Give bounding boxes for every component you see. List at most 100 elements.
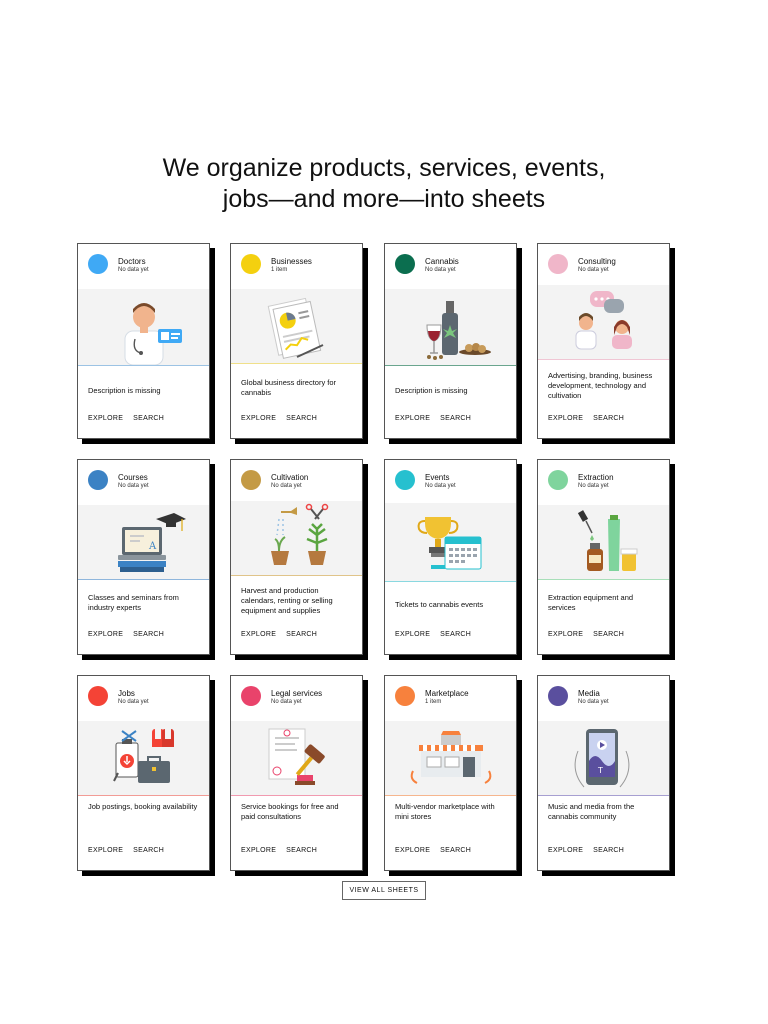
card-count: No data yet	[425, 267, 456, 273]
plants-icon	[231, 501, 362, 576]
category-color-dot	[241, 470, 261, 490]
headline-line-1: We organize products, services, events,	[162, 154, 606, 182]
search-link[interactable]: SEARCH	[133, 415, 164, 422]
explore-link[interactable]: EXPLORE	[395, 415, 430, 422]
explore-link[interactable]: EXPLORE	[88, 847, 123, 854]
card-title: Jobs	[118, 689, 135, 698]
category-color-dot	[88, 254, 108, 274]
card-title: Cannabis	[425, 257, 459, 266]
page-headline: We organize products, services, events, …	[0, 153, 768, 215]
laptop-graduation-icon: A	[78, 505, 209, 580]
wine-cannabis-icon	[385, 289, 516, 366]
card-count: No data yet	[578, 267, 609, 273]
sheet-card-marketplace[interactable]: Marketplace 1 item Multi-vendor marketpl…	[384, 675, 517, 871]
category-color-dot	[88, 686, 108, 706]
headline-line-2: jobs—and more—into sheets	[222, 185, 546, 213]
card-description: Multi-vendor marketplace with mini store…	[395, 802, 495, 821]
card-count: No data yet	[425, 483, 456, 489]
card-description: Description is missing	[395, 386, 468, 395]
explore-link[interactable]: EXPLORE	[241, 415, 276, 422]
card-actions: EXPLORE SEARCH	[548, 415, 634, 422]
trophy-calendar-icon	[385, 503, 516, 582]
card-description: Extraction equipment and services	[548, 593, 634, 612]
category-color-dot	[241, 254, 261, 274]
card-description: Advertising, branding, business developm…	[548, 371, 653, 400]
search-link[interactable]: SEARCH	[286, 847, 317, 854]
bottles-icon	[538, 505, 669, 580]
card-description: Job postings, booking availability	[88, 802, 198, 811]
explore-link[interactable]: EXPLORE	[241, 847, 276, 854]
sheet-card-cultivation[interactable]: Cultivation No data yet Harvest and prod…	[230, 459, 363, 655]
card-count: No data yet	[118, 483, 149, 489]
card-description: Description is missing	[88, 386, 161, 395]
card-count: No data yet	[271, 699, 302, 705]
card-count: 1 item	[425, 699, 442, 705]
briefcase-tools-icon	[78, 721, 209, 796]
sheet-card-media[interactable]: Media No data yet T Music and media from…	[537, 675, 670, 871]
category-color-dot	[548, 254, 568, 274]
sheet-card-businesses[interactable]: Businesses 1 item Global business direct…	[230, 243, 363, 439]
card-description: Classes and seminars from industry exper…	[88, 593, 179, 612]
search-link[interactable]: SEARCH	[440, 415, 471, 422]
card-count: No data yet	[578, 483, 609, 489]
sheet-card-courses[interactable]: Courses No data yet A Classes and semina…	[77, 459, 210, 655]
explore-link[interactable]: EXPLORE	[241, 631, 276, 638]
search-link[interactable]: SEARCH	[133, 847, 164, 854]
sheet-card-legal-services[interactable]: Legal services No data yet Service booki…	[230, 675, 363, 871]
explore-link[interactable]: EXPLORE	[88, 631, 123, 638]
category-color-dot	[88, 470, 108, 490]
storefront-icon	[385, 721, 516, 796]
card-actions: EXPLORE SEARCH	[88, 415, 174, 422]
search-link[interactable]: SEARCH	[593, 847, 624, 854]
card-title: Marketplace	[425, 689, 469, 698]
category-color-dot	[548, 686, 568, 706]
sheet-card-jobs[interactable]: Jobs No data yet Job postings, booking a…	[77, 675, 210, 871]
card-actions: EXPLORE SEARCH	[88, 847, 174, 854]
card-actions: EXPLORE SEARCH	[395, 847, 481, 854]
sheets-grid: Doctors No data yet Description is missi…	[77, 243, 677, 871]
search-link[interactable]: SEARCH	[440, 631, 471, 638]
search-link[interactable]: SEARCH	[440, 847, 471, 854]
search-link[interactable]: SEARCH	[593, 631, 624, 638]
card-title: Cultivation	[271, 473, 309, 482]
explore-link[interactable]: EXPLORE	[395, 847, 430, 854]
consulting-icon	[538, 285, 669, 360]
explore-link[interactable]: EXPLORE	[548, 415, 583, 422]
card-count: No data yet	[118, 267, 149, 273]
card-title: Courses	[118, 473, 148, 482]
sheet-card-extraction[interactable]: Extraction No data yet Extraction equipm…	[537, 459, 670, 655]
card-description: Harvest and production calendars, rentin…	[241, 586, 333, 615]
category-color-dot	[395, 470, 415, 490]
explore-link[interactable]: EXPLORE	[395, 631, 430, 638]
sheet-card-cannabis[interactable]: Cannabis No data yet Description is miss…	[384, 243, 517, 439]
card-description: Tickets to cannabis events	[395, 600, 484, 609]
card-actions: EXPLORE SEARCH	[395, 415, 481, 422]
gavel-document-icon	[231, 721, 362, 796]
card-actions: EXPLORE SEARCH	[88, 631, 174, 638]
search-link[interactable]: SEARCH	[593, 415, 624, 422]
category-color-dot	[241, 686, 261, 706]
card-title: Consulting	[578, 257, 616, 266]
svg-text:A: A	[148, 541, 157, 552]
explore-link[interactable]: EXPLORE	[88, 415, 123, 422]
search-link[interactable]: SEARCH	[286, 631, 317, 638]
category-color-dot	[395, 686, 415, 706]
explore-link[interactable]: EXPLORE	[548, 847, 583, 854]
search-link[interactable]: SEARCH	[286, 415, 317, 422]
sheet-card-doctors[interactable]: Doctors No data yet Description is missi…	[77, 243, 210, 439]
card-actions: EXPLORE SEARCH	[548, 847, 634, 854]
view-all-sheets-button[interactable]: VIEW ALL SHEETS	[342, 881, 426, 900]
media-player-icon: T	[538, 721, 669, 796]
card-description: Music and media from the cannabis commun…	[548, 802, 635, 821]
explore-link[interactable]: EXPLORE	[548, 631, 583, 638]
search-link[interactable]: SEARCH	[133, 631, 164, 638]
card-title: Events	[425, 473, 450, 482]
card-description: Service bookings for free and paid consu…	[241, 802, 339, 821]
sheet-card-events[interactable]: Events No data yet Tickets to cannabis e…	[384, 459, 517, 655]
card-title: Doctors	[118, 257, 146, 266]
card-actions: EXPLORE SEARCH	[395, 631, 481, 638]
card-actions: EXPLORE SEARCH	[241, 415, 327, 422]
svg-text:T: T	[597, 766, 603, 775]
sheet-card-consulting[interactable]: Consulting No data yet Advertising, bran…	[537, 243, 670, 439]
business-report-icon	[231, 289, 362, 364]
